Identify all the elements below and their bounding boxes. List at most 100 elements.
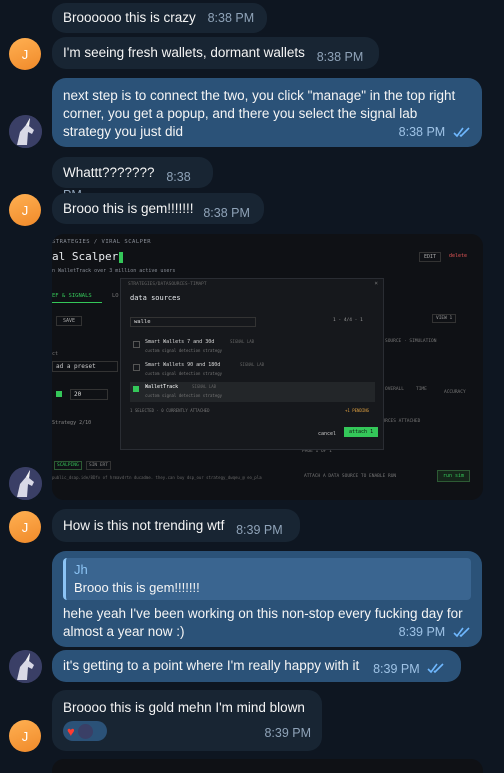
source-name: WalletTrack (145, 384, 179, 390)
preset-select[interactable]: ad a preset (52, 361, 118, 372)
double-check-icon (427, 663, 444, 674)
unicorn-avatar-icon (9, 650, 42, 683)
next-message-preview[interactable] (52, 759, 483, 773)
avatar-letter: J (21, 202, 29, 218)
message-time: 8:38 PM (398, 125, 446, 139)
screenshot-image[interactable]: STRATEGIES / VIRAL SCALPER al Scalper n … (52, 234, 483, 500)
message-time: 8:38 PM (207, 11, 255, 25)
message-text-line: next step is to connect the two, you cli… (63, 88, 456, 103)
message-bubble[interactable]: Broooooo this is crazy 8:38 PM (52, 3, 267, 33)
value-field[interactable]: 20 (70, 389, 108, 400)
tab-lo[interactable]: LO (112, 293, 119, 299)
message-bubble[interactable]: Jh Brooo this is gem!!!!!!! hehe yeah I'… (52, 551, 482, 647)
avatar[interactable]: J (9, 194, 41, 226)
reply-quote[interactable]: Jh Brooo this is gem!!!!!!! (63, 558, 471, 600)
dialog-footer-status: 1 SELECTED · 0 CURRENTLY ATTACHED (130, 408, 210, 413)
avatar[interactable] (9, 467, 42, 500)
source-tag: SIGNAL LAB (230, 339, 255, 344)
tag-other: SIN ERT (86, 461, 111, 470)
message-time: 8:38 PM (203, 206, 250, 220)
breadcrumb: STRATEGIES / VIRAL SCALPER (52, 239, 152, 245)
page-subtitle: n WalletTrack over 3 million active user… (52, 268, 176, 274)
message-text-line: corner, you get a popup, and there you s… (63, 106, 418, 121)
checkbox[interactable] (133, 364, 140, 371)
quote-text: Brooo this is gem!!!!!!! (74, 580, 200, 595)
message-bubble[interactable]: Broooo this is gold mehn I'm mind blown … (52, 690, 322, 751)
avatar[interactable]: J (9, 38, 41, 70)
message-text-line: strategy you just did (63, 124, 184, 139)
page-title: al Scalper (52, 250, 124, 263)
avatar-letter: J (21, 728, 29, 744)
double-check-icon (453, 127, 470, 138)
source-desc: custom signal detection strategy (145, 371, 223, 376)
setting-toggle[interactable] (56, 391, 62, 397)
message-text-line: hehe yeah I've been working on this non-… (63, 606, 463, 621)
reaction-chip[interactable]: ♥ (63, 721, 107, 741)
col-time: TIME (416, 387, 427, 392)
dialog-close-icon[interactable]: × (374, 280, 378, 287)
simulation-header: SOURCE · SIMULATION (385, 339, 437, 344)
dialog-pager[interactable]: 1 - 4/4 - 1 (333, 318, 363, 323)
message-bubble[interactable]: Whattt??????? 8:38 PM (52, 157, 213, 202)
unicorn-avatar-icon (9, 467, 42, 500)
source-item[interactable]: WalletTrack SIGNAL LAB custom signal det… (130, 382, 375, 402)
avatar[interactable]: J (9, 720, 41, 752)
double-check-icon (453, 627, 470, 638)
message-text: How is this not trending wtf (63, 518, 225, 533)
message-time: 8:39 PM (236, 523, 283, 537)
avatar[interactable] (9, 650, 42, 683)
avatar[interactable]: J (9, 511, 41, 543)
col-overall: OVERALL (385, 387, 404, 392)
source-name: Smart Wallets 90 and 180d (145, 362, 221, 368)
heart-icon: ♥ (67, 723, 75, 739)
checkbox[interactable] (133, 341, 140, 348)
run-sim-button[interactable]: run sim (437, 470, 471, 482)
tag-scalping: SCALPING (54, 461, 82, 470)
preset-label: ct (52, 351, 59, 357)
source-item[interactable]: Smart Wallets 7 and 30d SIGNAL LAB custo… (130, 338, 375, 356)
cancel-button[interactable]: cancel (318, 431, 336, 437)
dialog-pending: +1 PENDING (345, 408, 370, 413)
message-time: 8:38 PM (316, 50, 364, 64)
unicorn-avatar-icon (9, 115, 42, 148)
message-bubble[interactable]: I'm seeing fresh wallets, dormant wallet… (52, 37, 379, 69)
source-item[interactable]: Smart Wallets 90 and 180d SIGNAL LAB cus… (130, 361, 375, 379)
message-text: it's getting to a point where I'm really… (63, 658, 360, 673)
save-button[interactable]: SAVE (56, 316, 83, 326)
source-desc: custom signal detection strategy (145, 393, 223, 398)
avatar-letter: J (21, 46, 29, 62)
col-accuracy: ACCURACY (444, 390, 466, 395)
message-bubble[interactable]: How is this not trending wtf 8:39 PM (52, 509, 300, 542)
message-text: Broooooo this is crazy (63, 10, 196, 25)
message-text: Whattt??????? (63, 165, 155, 180)
message-bubble[interactable]: it's getting to a point where I'm really… (52, 650, 461, 682)
dialog-search-input[interactable]: walle (130, 317, 256, 327)
strategy-count: Strategy 2/10 (52, 420, 92, 426)
delete-button[interactable]: delete (449, 253, 467, 259)
bottom-note: public_dsap.ide/8Dfv of hrmavdrtn ducadm… (52, 475, 262, 480)
message-time: 8:39 PM (398, 625, 446, 639)
view-tag: VIEW 1 (432, 314, 457, 323)
message-bubble[interactable]: next step is to connect the two, you cli… (52, 78, 482, 147)
tab-signals[interactable]: EF & SIGNALS (52, 293, 92, 299)
message-bubble[interactable]: Brooo this is gem!!!!!!! 8:38 PM (52, 193, 264, 224)
quote-author: Jh (74, 562, 88, 577)
source-tag: SIGNAL LAB (192, 384, 217, 389)
avatar-letter: J (21, 519, 29, 535)
checkbox-checked[interactable] (133, 386, 139, 392)
reactor-avatar (77, 723, 93, 739)
message-time: 8:39 PM (373, 662, 420, 676)
source-name: Smart Wallets 7 and 30d (145, 339, 215, 345)
dialog-path: STRATEGIES/DATASOURCES-TIMAPT (128, 282, 207, 287)
attach-hint: ATTACH A DATA SOURCE TO ENABLE RUN (304, 474, 397, 479)
edit-button[interactable]: EDIT (419, 252, 442, 262)
message-text: I'm seeing fresh wallets, dormant wallet… (63, 45, 305, 60)
source-tag: SIGNAL LAB (240, 362, 265, 367)
avatar[interactable] (9, 115, 42, 148)
message-text: Broooo this is gold mehn I'm mind blown (63, 700, 305, 715)
message-text-line: almost a year now :) (63, 624, 185, 639)
message-time: 8:39 PM (264, 726, 311, 740)
source-desc: custom signal detection strategy (145, 348, 223, 353)
data-sources-dialog[interactable]: STRATEGIES/DATASOURCES-TIMAPT × data sou… (120, 278, 384, 450)
attach-button[interactable]: attach 1 (344, 427, 379, 437)
